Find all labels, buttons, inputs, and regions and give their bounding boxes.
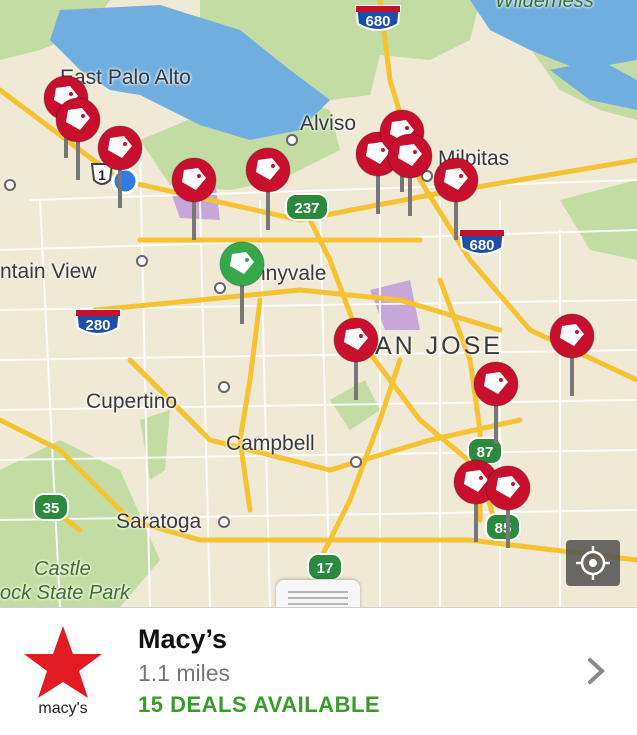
tag-pin-icon [245, 147, 291, 230]
tag-pin-icon [433, 157, 479, 240]
deal-pin[interactable] [96, 124, 144, 214]
svg-text:280: 280 [85, 317, 110, 334]
deal-pin[interactable] [332, 316, 380, 406]
tag-pin-icon [97, 125, 143, 208]
deal-pin[interactable] [54, 96, 102, 186]
crosshair-icon [576, 546, 610, 580]
store-card[interactable]: macy's Macy’s 1.1 miles 15 DEALS AVAILAB… [0, 607, 637, 735]
tag-pin-icon [55, 97, 101, 180]
interstate-680-shield: 680 [354, 5, 402, 31]
star-icon [24, 626, 102, 698]
place-label-wilderness: Wilderness [495, 0, 594, 12]
tag-pin-icon [219, 241, 265, 324]
map-view[interactable]: East Palo Alto Alviso Milpitas ntain Vie… [0, 0, 637, 607]
map-base [0, 0, 637, 607]
tag-pin-icon [549, 313, 595, 396]
deal-pin[interactable] [432, 156, 480, 246]
deal-pin[interactable] [472, 360, 520, 450]
place-label-campbell: Campbell [226, 432, 315, 455]
tag-pin-icon [171, 157, 217, 240]
deal-pin[interactable] [484, 464, 532, 554]
tag-pin-icon [473, 361, 519, 444]
logo-wordmark: macy's [38, 700, 88, 717]
place-label-alviso: Alviso [300, 112, 357, 135]
deal-pin[interactable] [244, 146, 292, 236]
tag-pin-icon [333, 317, 379, 400]
state-route-17-shield: 17 [307, 553, 343, 581]
interstate-280-shield: 280 [74, 309, 122, 335]
svg-text:680: 680 [365, 13, 390, 30]
deal-pin[interactable] [386, 132, 434, 222]
deal-pin[interactable] [548, 312, 596, 402]
selected-deal-pin[interactable] [218, 240, 266, 330]
place-label-mountain-view: ntain View [0, 260, 97, 283]
tag-pin-icon [485, 465, 531, 548]
place-label-saratoga: Saratoga [116, 510, 202, 533]
locate-me-button[interactable] [566, 540, 620, 586]
macys-logo: macy's [22, 624, 104, 720]
place-label-castle-rock-park: ock State Park [0, 582, 131, 604]
deals-count: 15 DEALS AVAILABLE [138, 692, 381, 717]
store-name: Macy’s [138, 624, 228, 654]
place-label-cupertino: Cupertino [86, 390, 178, 413]
deal-pin[interactable] [170, 156, 218, 246]
state-route-35-shield: 35 [33, 493, 69, 521]
tag-pin-icon [387, 133, 433, 216]
svg-text:35: 35 [43, 500, 60, 517]
svg-text:17: 17 [317, 560, 334, 577]
place-label-castle-rock: Castle [34, 558, 91, 580]
svg-text:237: 237 [294, 200, 319, 217]
drawer-handle[interactable] [276, 580, 360, 607]
place-label-san-jose: AN JOSE [375, 332, 503, 360]
chevron-right-icon[interactable] [586, 656, 606, 686]
store-distance: 1.1 miles [138, 660, 231, 686]
